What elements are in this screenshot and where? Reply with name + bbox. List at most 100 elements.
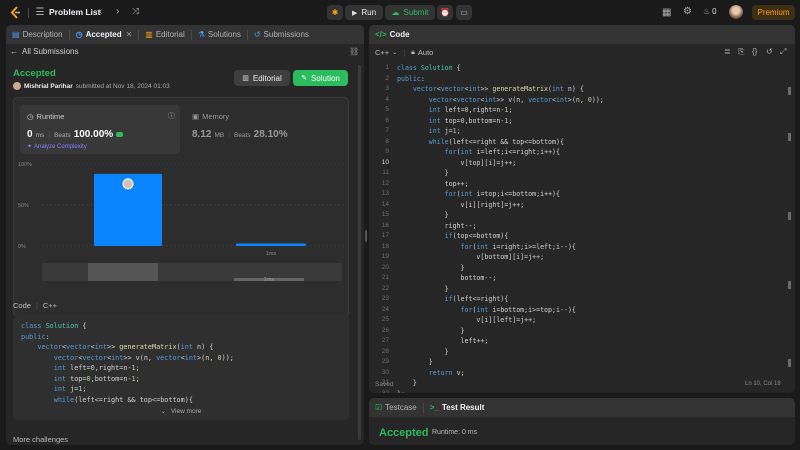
tab-description-label: Description xyxy=(22,30,63,39)
line-number: 18 xyxy=(381,242,389,250)
line-number: 16 xyxy=(381,221,389,229)
left-tab-bar: ▤ Description ◷ Accepted ✕ ▥ Editorial ⚗… xyxy=(6,25,364,44)
code-line[interactable]: if(top<=bottom){ xyxy=(397,231,604,242)
code-line[interactable]: } xyxy=(397,357,604,368)
left-scrollbar[interactable] xyxy=(358,65,361,440)
line-number: 29 xyxy=(381,358,389,365)
code-line[interactable]: v[i][right]=j++; xyxy=(397,200,604,211)
problem-list-link[interactable]: Problem List xyxy=(49,7,100,17)
avatar[interactable] xyxy=(729,5,743,19)
code-line[interactable]: return v; xyxy=(397,368,604,379)
line-number: 19 xyxy=(381,253,389,260)
code-line[interactable]: } xyxy=(397,378,604,389)
tab-accepted[interactable]: ◷ Accepted ✕ xyxy=(70,25,139,44)
list-icon[interactable]: ☰ xyxy=(35,7,45,18)
reset-icon[interactable]: ↺ xyxy=(766,47,773,56)
code-line[interactable]: } xyxy=(397,168,604,179)
submit-button[interactable]: ☁ Submit xyxy=(385,5,435,20)
code-line[interactable]: int j=1; xyxy=(397,126,604,137)
tab-code[interactable]: </> Code xyxy=(369,25,416,44)
code-line[interactable]: vector<vector<int>> generateMatrix(int n… xyxy=(397,84,604,95)
coins-counter[interactable]: ♨ 0 xyxy=(703,7,717,16)
code-line[interactable]: } xyxy=(397,326,604,337)
editor-tab-bar: </> Code xyxy=(369,25,795,44)
timer-button[interactable]: ⏰ xyxy=(437,5,453,20)
code-line[interactable]: vector<vector<int>> v(n, vector<int>(n, … xyxy=(397,95,604,106)
settings-gear-icon[interactable]: ⚙ xyxy=(683,6,692,17)
code-line[interactable]: v[top][i]=j++; xyxy=(397,158,604,169)
code-line[interactable]: } xyxy=(397,210,604,221)
top-bar: ☰ Problem List ‹ › ⤨ ✱ ▶ Run ☁ Submit ⏰ … xyxy=(0,0,800,25)
code-line[interactable]: } xyxy=(397,347,604,358)
arrow-left-icon: ← xyxy=(10,47,18,56)
memory-header: ▣ Memory xyxy=(192,112,229,121)
code-line[interactable]: class Solution { xyxy=(397,63,604,74)
code-line[interactable]: for(int i=right;i>=left;i--){ xyxy=(397,242,604,253)
code-line[interactable]: left++; xyxy=(397,336,604,347)
code-line[interactable]: for(int i=left;i<=right;i++){ xyxy=(397,147,604,158)
braces-icon[interactable]: {} xyxy=(752,47,757,56)
shuffle-icon[interactable]: ⤨ xyxy=(132,6,139,17)
line-number: 27 xyxy=(381,337,389,344)
editor-scrollbar[interactable] xyxy=(788,87,791,95)
analyze-complexity-label: Analyze Complexity xyxy=(34,143,87,150)
tab-submissions[interactable]: ↺ Submissions xyxy=(248,25,315,44)
layout-icon[interactable]: ▦ xyxy=(662,7,671,18)
tab-testcase[interactable]: ☑ Testcase xyxy=(369,398,423,417)
code-line[interactable]: for(int i=bottom;i>=top;i--){ xyxy=(397,305,604,316)
premium-button[interactable]: Premium xyxy=(752,5,795,20)
tab-description[interactable]: ▤ Description xyxy=(6,25,69,44)
code-line[interactable]: top++; xyxy=(397,179,604,190)
next-problem-icon[interactable]: › xyxy=(116,6,119,17)
user-marker-avatar xyxy=(122,178,134,190)
submitter-name[interactable]: Mishrial Parihar xyxy=(24,83,73,90)
bookmark-icon[interactable]: ⎘ xyxy=(738,47,744,57)
memory-unit: MB xyxy=(214,132,225,139)
x-tick-label: 1ms xyxy=(266,251,277,257)
code-line[interactable]: int left=0,right=n-1; xyxy=(397,105,604,116)
line-number: 25 xyxy=(381,316,389,323)
code-line[interactable]: int top=0,bottom=n-1; xyxy=(397,116,604,127)
notes-button[interactable]: ▭ xyxy=(456,5,472,20)
tab-test-result[interactable]: >_ Test Result xyxy=(424,398,491,417)
code-line[interactable]: v[i][left]=j++; xyxy=(397,315,604,326)
code-line[interactable]: bottom--; xyxy=(397,273,604,284)
code-line[interactable]: public: xyxy=(397,74,604,85)
format-icon[interactable]: ≣ xyxy=(724,47,731,56)
code-line[interactable]: for(int i=top;i<=bottom;i++){ xyxy=(397,189,604,200)
debug-button[interactable]: ✱ xyxy=(327,5,343,20)
memory-card[interactable]: ▣ Memory 8.12 MB | Beats 28.10% xyxy=(186,105,336,154)
view-more-button[interactable]: ⌄ View more xyxy=(13,407,349,415)
prev-problem-icon[interactable]: ‹ xyxy=(99,6,102,17)
vertical-splitter-handle[interactable] xyxy=(365,230,367,242)
submission-status: Accepted xyxy=(13,68,56,79)
editorial-button[interactable]: ▥ Editorial xyxy=(234,70,290,86)
share-link-icon[interactable]: ⛓ xyxy=(349,47,359,56)
code-line[interactable]: right--; xyxy=(397,221,604,232)
run-button[interactable]: ▶ Run xyxy=(345,5,383,20)
line-number: 15 xyxy=(381,211,389,218)
code-line[interactable]: } xyxy=(397,284,604,295)
tab-solutions[interactable]: ⚗ Solutions xyxy=(192,25,247,44)
code-line[interactable]: v[bottom][i]=j++; xyxy=(397,252,604,263)
leetcode-logo-icon[interactable] xyxy=(9,6,22,19)
runtime-card[interactable]: ◷ Runtime ⓘ 0 ms | Beats 100.00% ✦ Analy… xyxy=(20,105,180,154)
code-line[interactable]: while(left<=right && top<=bottom){ xyxy=(397,137,604,148)
code-line[interactable]: }; xyxy=(397,389,604,394)
preview-code-line: class Solution { xyxy=(21,322,87,330)
analyze-complexity-link[interactable]: ✦ Analyze Complexity xyxy=(27,143,87,151)
auto-mode-toggle[interactable]: 🔒︎ Auto xyxy=(411,48,433,57)
solution-button[interactable]: ✎ Solution xyxy=(293,70,348,86)
close-tab-icon[interactable]: ✕ xyxy=(126,30,133,39)
code-line[interactable]: } xyxy=(397,263,604,274)
fullscreen-icon[interactable]: ⤢ xyxy=(780,47,786,57)
language-selector[interactable]: C++ ⌄ xyxy=(375,48,397,57)
code-content[interactable]: class Solution {public: vector<vector<in… xyxy=(397,63,604,393)
code-line[interactable]: if(left<=right){ xyxy=(397,294,604,305)
tab-solutions-label: Solutions xyxy=(207,30,241,39)
all-submissions-link[interactable]: ← All Submissions xyxy=(10,47,78,56)
info-icon[interactable]: ⓘ xyxy=(168,111,175,121)
tab-editorial[interactable]: ▥ Editorial xyxy=(139,25,190,44)
history-icon: ↺ xyxy=(253,30,261,39)
code-editor[interactable]: 1 2 3 4 5 6 7 8 9 10 11 12 13 14 15 16 17 18 19 20 21 22 23 24 2… xyxy=(369,63,795,393)
